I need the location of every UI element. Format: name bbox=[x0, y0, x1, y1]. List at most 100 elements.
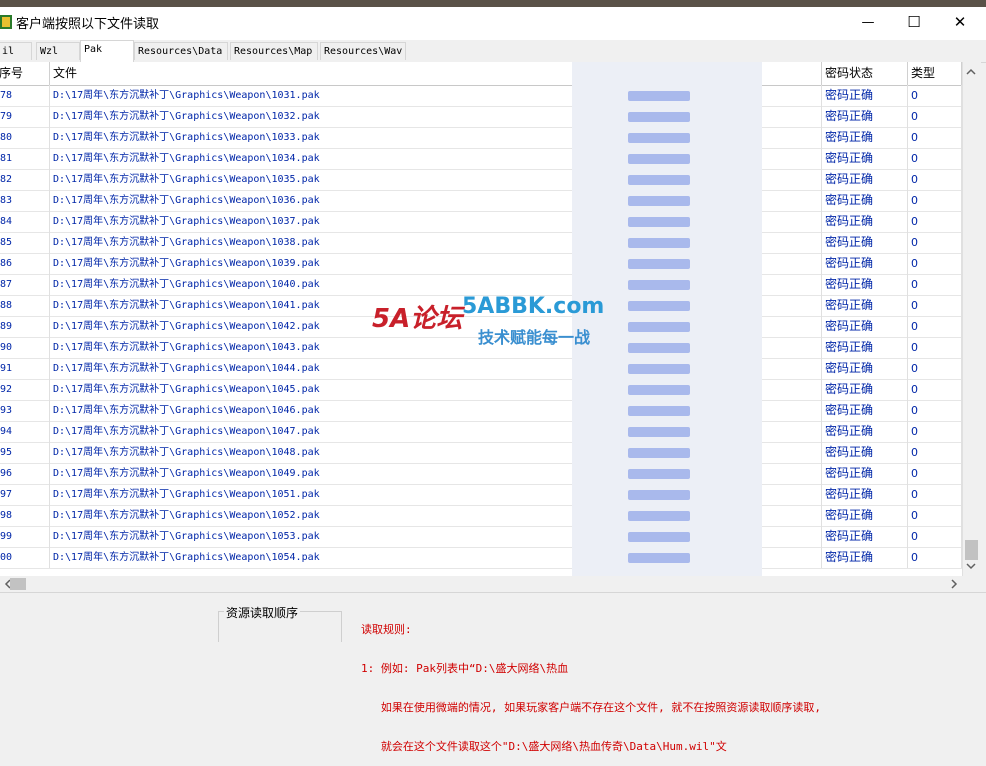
row-type: 0 bbox=[908, 337, 962, 358]
redacted-value-mark bbox=[628, 322, 690, 332]
rules-line: 如果在使用微端的情况, 如果玩家客户端不存在这个文件, 就不在按照资源读取顺序读… bbox=[361, 701, 821, 714]
row-index: 86 bbox=[0, 253, 50, 274]
row-file-path: D:\17周年\东方沉默补丁\Graphics\Weapon\1032.pak bbox=[50, 106, 622, 127]
scroll-down-arrow-icon[interactable] bbox=[963, 558, 979, 574]
row-password-status: 密码正确 bbox=[822, 484, 908, 505]
minimize-button[interactable]: — bbox=[857, 10, 879, 34]
table-row[interactable]: 81 D:\17周年\东方沉默补丁\Graphics\Weapon\1034.pa… bbox=[0, 148, 962, 170]
column-header-index[interactable]: 序号 bbox=[0, 62, 50, 85]
row-file-path: D:\17周年\东方沉默补丁\Graphics\Weapon\1036.pak bbox=[50, 190, 622, 211]
maximize-button[interactable]: ☐ bbox=[903, 10, 925, 34]
table-row[interactable]: 79 D:\17周年\东方沉默补丁\Graphics\Weapon\1032.pa… bbox=[0, 106, 962, 128]
row-password-status: 密码正确 bbox=[822, 127, 908, 148]
row-type: 0 bbox=[908, 526, 962, 547]
row-type: 0 bbox=[908, 295, 962, 316]
row-index: 00 bbox=[0, 547, 50, 568]
watermark-slogan: 技术赋能每一战 bbox=[478, 328, 591, 347]
tab-resources-data[interactable]: Resources\Data bbox=[134, 42, 228, 60]
redacted-value-mark bbox=[628, 217, 690, 227]
maximize-icon: ☐ bbox=[907, 13, 921, 31]
watermark-site: 5ABBK.com bbox=[462, 294, 605, 319]
table-row[interactable]: 97 D:\17周年\东方沉默补丁\Graphics\Weapon\1051.pa… bbox=[0, 484, 962, 506]
column-header-file[interactable]: 文件 bbox=[50, 62, 622, 85]
title-bar: 客户端按照以下文件读取 — ☐ ✕ bbox=[0, 0, 986, 44]
redacted-value-mark bbox=[628, 154, 690, 164]
rules-line: 1: 例如: Pak列表中“D:\盛大网络\热血 bbox=[361, 662, 569, 675]
tab-resources-wav[interactable]: Resources\Wav bbox=[320, 42, 406, 60]
column-header-password-status[interactable]: 密码状态 bbox=[822, 62, 908, 85]
redacted-value-mark bbox=[628, 406, 690, 416]
table-row[interactable]: 83 D:\17周年\东方沉默补丁\Graphics\Weapon\1036.pa… bbox=[0, 190, 962, 212]
row-password-status: 密码正确 bbox=[822, 148, 908, 169]
row-index: 79 bbox=[0, 106, 50, 127]
redacted-value-mark bbox=[628, 511, 690, 521]
row-type: 0 bbox=[908, 106, 962, 127]
row-type: 0 bbox=[908, 442, 962, 463]
row-file-path: D:\17周年\东方沉默补丁\Graphics\Weapon\1048.pak bbox=[50, 442, 622, 463]
close-button[interactable]: ✕ bbox=[949, 10, 971, 34]
tab-pak[interactable]: Pak bbox=[80, 40, 134, 63]
row-type: 0 bbox=[908, 316, 962, 337]
table-row[interactable]: 82 D:\17周年\东方沉默补丁\Graphics\Weapon\1035.pa… bbox=[0, 169, 962, 191]
row-type: 0 bbox=[908, 379, 962, 400]
row-index: 98 bbox=[0, 505, 50, 526]
row-type: 0 bbox=[908, 274, 962, 295]
tab-wil[interactable]: il bbox=[0, 42, 32, 60]
horizontal-scrollbar[interactable] bbox=[0, 576, 962, 592]
watermark-left-logo: 5A论坛 bbox=[372, 304, 463, 334]
row-type: 0 bbox=[908, 232, 962, 253]
row-file-path: D:\17周年\东方沉默补丁\Graphics\Weapon\1051.pak bbox=[50, 484, 622, 505]
table-row[interactable]: 85 D:\17周年\东方沉默补丁\Graphics\Weapon\1038.pa… bbox=[0, 232, 962, 254]
table-row[interactable]: 99 D:\17周年\东方沉默补丁\Graphics\Weapon\1053.pa… bbox=[0, 526, 962, 548]
redacted-value-mark bbox=[628, 175, 690, 185]
table-row[interactable]: 91 D:\17周年\东方沉默补丁\Graphics\Weapon\1044.pa… bbox=[0, 358, 962, 380]
table-row[interactable]: 94 D:\17周年\东方沉默补丁\Graphics\Weapon\1047.pa… bbox=[0, 421, 962, 443]
tab-resources-map[interactable]: Resources\Map bbox=[230, 42, 318, 60]
scroll-right-arrow-icon[interactable] bbox=[946, 576, 962, 592]
table-row[interactable]: 00 D:\17周年\东方沉默补丁\Graphics\Weapon\1054.pa… bbox=[0, 547, 962, 569]
redacted-value-mark bbox=[628, 112, 690, 122]
row-index: 92 bbox=[0, 379, 50, 400]
table-row[interactable]: 95 D:\17周年\东方沉默补丁\Graphics\Weapon\1048.pa… bbox=[0, 442, 962, 464]
tab-bar: il Wzl Pak Resources\Data Resources\Map … bbox=[0, 40, 986, 63]
row-index: 80 bbox=[0, 127, 50, 148]
table-row[interactable]: 92 D:\17周年\东方沉默补丁\Graphics\Weapon\1045.pa… bbox=[0, 379, 962, 401]
table-row[interactable]: 80 D:\17周年\东方沉默补丁\Graphics\Weapon\1033.pa… bbox=[0, 127, 962, 149]
read-rules-text: 读取规则: 1: 例如: Pak列表中“D:\盛大网络\热血 如果在使用微端的情… bbox=[361, 597, 821, 766]
table-row[interactable]: 96 D:\17周年\东方沉默补丁\Graphics\Weapon\1049.pa… bbox=[0, 463, 962, 485]
row-index: 97 bbox=[0, 484, 50, 505]
row-index: 88 bbox=[0, 295, 50, 316]
row-password-status: 密码正确 bbox=[822, 526, 908, 547]
row-password-status: 密码正确 bbox=[822, 274, 908, 295]
row-index: 99 bbox=[0, 526, 50, 547]
table-row[interactable]: 86 D:\17周年\东方沉默补丁\Graphics\Weapon\1039.pa… bbox=[0, 253, 962, 275]
row-type: 0 bbox=[908, 505, 962, 526]
tab-wzl[interactable]: Wzl bbox=[36, 42, 80, 60]
app-icon bbox=[0, 15, 12, 29]
row-index: 82 bbox=[0, 169, 50, 190]
row-password-status: 密码正确 bbox=[822, 442, 908, 463]
row-password-status: 密码正确 bbox=[822, 211, 908, 232]
scroll-up-arrow-icon[interactable] bbox=[963, 64, 979, 80]
row-type: 0 bbox=[908, 358, 962, 379]
redacted-value-mark bbox=[628, 91, 690, 101]
table-row[interactable]: 98 D:\17周年\东方沉默补丁\Graphics\Weapon\1052.pa… bbox=[0, 505, 962, 527]
row-password-status: 密码正确 bbox=[822, 547, 908, 568]
row-index: 96 bbox=[0, 463, 50, 484]
row-file-path: D:\17周年\东方沉默补丁\Graphics\Weapon\1045.pak bbox=[50, 379, 622, 400]
row-index: 87 bbox=[0, 274, 50, 295]
redacted-value-mark bbox=[628, 469, 690, 479]
vertical-scroll-thumb[interactable] bbox=[965, 540, 978, 560]
row-password-status: 密码正确 bbox=[822, 190, 908, 211]
table-row[interactable]: 84 D:\17周年\东方沉默补丁\Graphics\Weapon\1037.pa… bbox=[0, 211, 962, 233]
column-header-type[interactable]: 类型 bbox=[908, 62, 962, 85]
row-password-status: 密码正确 bbox=[822, 169, 908, 190]
vertical-scrollbar[interactable] bbox=[962, 62, 981, 576]
row-password-status: 密码正确 bbox=[822, 358, 908, 379]
table-row[interactable]: 93 D:\17周年\东方沉默补丁\Graphics\Weapon\1046.pa… bbox=[0, 400, 962, 422]
horizontal-scroll-thumb[interactable] bbox=[10, 578, 26, 590]
row-type: 0 bbox=[908, 547, 962, 568]
resource-order-label: 资源读取顺序 bbox=[224, 604, 301, 621]
redacted-value-mark bbox=[628, 280, 690, 290]
table-row[interactable]: 78 D:\17周年\东方沉默补丁\Graphics\Weapon\1031.pa… bbox=[0, 85, 962, 107]
